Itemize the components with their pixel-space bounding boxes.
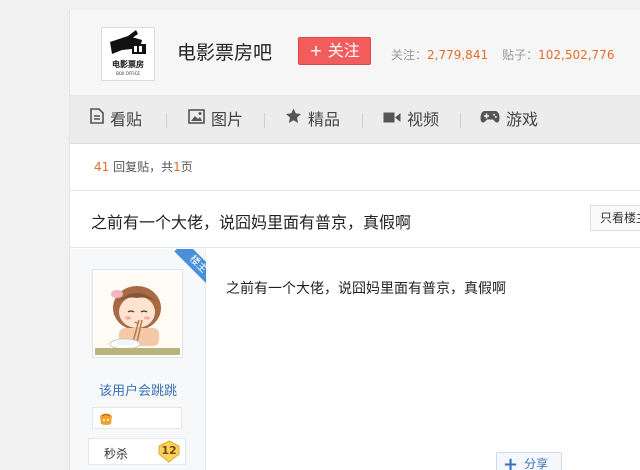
nav-tab-videos-label: 视频 bbox=[407, 110, 440, 129]
logo-subtitle: BOX OFFICE bbox=[116, 71, 140, 76]
forum-page: 电影票房 BOX OFFICE 电影票房吧 + 关注 关注：2,779,841 贴… bbox=[69, 10, 640, 470]
forum-nav: 看贴 图片 精品 视频 游戏 bbox=[70, 96, 640, 144]
thread-title-bar: 之前有一个大佬，说囧妈里面有普京，真假啊 只看楼主 bbox=[70, 190, 640, 248]
followers-label: 关注： bbox=[391, 48, 428, 62]
plus-icon: + bbox=[503, 453, 519, 470]
nav-tab-posts[interactable]: 看贴 bbox=[90, 96, 142, 144]
nav-tab-videos[interactable]: 视频 bbox=[383, 96, 439, 144]
op-badge: 楼主 bbox=[174, 249, 206, 285]
share-label: 分享 bbox=[524, 457, 549, 470]
user-badges bbox=[92, 407, 182, 429]
page-count-number: 1 bbox=[173, 160, 181, 174]
level-badge[interactable]: 12 bbox=[157, 440, 181, 463]
nav-tab-posts-label: 看贴 bbox=[110, 110, 143, 129]
reply-count-number: 41 bbox=[94, 160, 110, 174]
post-content: 之前有一个大佬，说囧妈里面有普京，真假啊 bbox=[226, 281, 506, 297]
gamepad-icon bbox=[480, 95, 500, 143]
document-icon bbox=[90, 95, 104, 143]
share-button[interactable]: + 分享 bbox=[496, 452, 562, 470]
forum-name[interactable]: 电影票房吧 bbox=[177, 38, 272, 65]
forum-header: 电影票房 BOX OFFICE 电影票房吧 + 关注 关注：2,779,841 贴… bbox=[70, 10, 640, 96]
thread-title: 之前有一个大佬，说囧妈里面有普京，真假啊 bbox=[91, 213, 412, 232]
username[interactable]: 该用户会跳跳 bbox=[70, 380, 206, 399]
forum-stats: 关注：2,779,841 贴子：102,502,776 bbox=[391, 46, 614, 63]
follow-button[interactable]: + 关注 bbox=[298, 37, 371, 65]
nav-tab-images[interactable]: 图片 bbox=[188, 96, 243, 144]
nav-tab-games-label: 游戏 bbox=[506, 110, 539, 129]
level-number: 12 bbox=[161, 444, 177, 457]
honey-pot-badge-icon[interactable] bbox=[98, 411, 114, 430]
video-camera-icon bbox=[383, 95, 401, 143]
image-icon bbox=[188, 95, 205, 143]
page-count-suffix: 页 bbox=[180, 160, 193, 174]
nav-tab-featured[interactable]: 精品 bbox=[285, 96, 340, 144]
reply-count-text: 回复贴，共 bbox=[109, 160, 174, 174]
nav-tab-featured-label: 精品 bbox=[308, 110, 341, 129]
nav-tab-games[interactable]: 游戏 bbox=[480, 96, 538, 144]
op-ribbon: 楼主 bbox=[170, 249, 206, 285]
only-op-button[interactable]: 只看楼主 bbox=[590, 205, 640, 231]
nav-tab-images-label: 图片 bbox=[211, 110, 244, 129]
forum-logo[interactable]: 电影票房 BOX OFFICE bbox=[101, 27, 155, 81]
followers-count: 2,779,841 bbox=[427, 48, 489, 62]
star-icon bbox=[285, 95, 302, 143]
user-level: 秒杀 12 bbox=[88, 438, 186, 465]
reply-count: 41 回复贴，共1页 bbox=[94, 158, 193, 175]
level-name: 秒杀 bbox=[104, 447, 129, 461]
logo-title: 电影票房 bbox=[112, 59, 144, 69]
posts-count: 102,502,776 bbox=[538, 48, 615, 62]
posts-label: 贴子： bbox=[502, 48, 539, 62]
